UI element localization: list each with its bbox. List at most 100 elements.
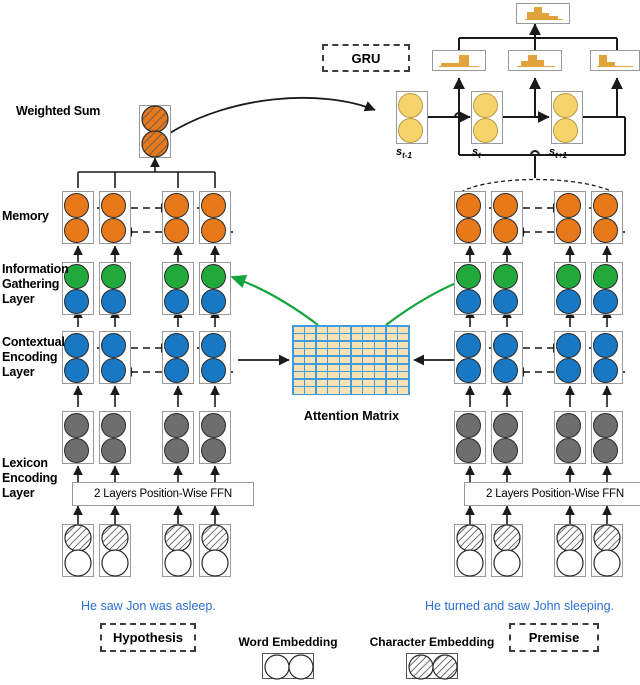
- attention-matrix-cell: [328, 356, 339, 364]
- attention-matrix-cell: [293, 326, 304, 333]
- gru-label: GRU: [351, 50, 381, 66]
- info-gathering-dot-blue: [556, 289, 581, 314]
- attention-matrix-cell: [375, 334, 386, 341]
- attention-matrix-cell: [328, 349, 339, 356]
- attention-matrix-cell: [375, 349, 386, 356]
- state-subscript: t+1: [555, 151, 567, 161]
- attention-matrix-cell: [351, 334, 362, 341]
- attention-matrix-cell: [398, 387, 409, 394]
- ffn-box-left: 2 Layers Position-Wise FFN: [72, 482, 254, 506]
- lexicon-dot: [101, 413, 126, 438]
- contextual-dot: [493, 358, 518, 383]
- attention-matrix-cell: [363, 341, 374, 348]
- word-embedding-legend-label: Word Embedding: [238, 635, 338, 649]
- info-gathering-dot-blue: [593, 289, 618, 314]
- gru-state-label-3: st+1: [549, 146, 567, 160]
- memory-dot: [64, 193, 89, 218]
- attention-matrix-cell: [293, 387, 304, 394]
- word-embedding-icon: [264, 654, 314, 680]
- ffn-box-right: 2 Layers Position-Wise FFN: [464, 482, 640, 506]
- attention-matrix-cell: [340, 379, 351, 386]
- attention-matrix-cell: [386, 372, 397, 379]
- weighted-sum-label: Weighted Sum: [16, 104, 101, 118]
- lexicon-dot: [493, 413, 518, 438]
- attention-matrix-cell: [386, 364, 397, 371]
- attention-matrix-cell: [316, 372, 327, 379]
- contextual-dot: [456, 333, 481, 358]
- info-gathering-dot-blue: [201, 289, 226, 314]
- lexicon-dot: [101, 438, 126, 463]
- attention-matrix-cell: [340, 387, 351, 394]
- premise-tag: Premise: [509, 623, 599, 652]
- memory-dot: [493, 218, 518, 243]
- attention-matrix-cell: [328, 334, 339, 341]
- state-subscript: t-1: [402, 151, 412, 161]
- memory-dot: [101, 218, 126, 243]
- lexicon-dot: [593, 413, 618, 438]
- char-embedding-icon: [64, 524, 92, 577]
- attention-matrix-cell: [305, 379, 316, 386]
- attention-matrix-cell: [386, 341, 397, 348]
- attention-matrix-cell: [293, 364, 304, 371]
- gru-state-dot: [553, 118, 578, 143]
- premise-sentence: He turned and saw John sleeping.: [425, 599, 615, 613]
- lexicon-dot: [201, 413, 226, 438]
- contextual-dot: [201, 333, 226, 358]
- character-embedding-icon: [408, 654, 458, 680]
- memory-dot: [456, 218, 481, 243]
- attention-matrix-cell: [398, 349, 409, 356]
- attention-matrix-cell: [328, 372, 339, 379]
- attention-matrix-cell: [328, 379, 339, 386]
- char-embedding-icon: [164, 524, 192, 577]
- lexicon-encoding-label: Lexicon Encoding Layer: [2, 456, 58, 500]
- attention-matrix-cell: [340, 349, 351, 356]
- char-embedding-icon: [593, 524, 621, 577]
- attention-matrix-cell: [351, 387, 362, 394]
- memory-dot: [593, 193, 618, 218]
- attention-matrix-cell: [363, 387, 374, 394]
- diagram-canvas: 2 Layers Position-Wise FFN 2 Layers Posi…: [0, 0, 640, 680]
- attention-matrix-cell: [398, 364, 409, 371]
- gru-state-label-2: st: [472, 146, 481, 160]
- attention-matrix-cell: [316, 356, 327, 364]
- contextual-dot: [593, 358, 618, 383]
- info-gathering-dot-green: [593, 264, 618, 289]
- attention-matrix-cell: [375, 341, 386, 348]
- attention-matrix-cell: [340, 364, 351, 371]
- lexicon-dot: [64, 413, 89, 438]
- attention-matrix-cell: [305, 326, 316, 333]
- info-gathering-dot-blue: [456, 289, 481, 314]
- memory-dot: [101, 193, 126, 218]
- char-embedding-icon: [493, 524, 521, 577]
- memory-dot: [164, 193, 189, 218]
- attention-matrix-cell: [363, 372, 374, 379]
- info-gathering-dot-blue: [164, 289, 189, 314]
- attention-matrix-cell: [386, 356, 397, 364]
- gru-state-dot: [473, 93, 498, 118]
- attention-matrix-cell: [363, 356, 374, 364]
- memory-dot: [201, 218, 226, 243]
- lexicon-dot: [164, 438, 189, 463]
- attention-matrix-cell: [375, 387, 386, 394]
- attention-matrix-cell: [293, 334, 304, 341]
- contextual-encoding-label: Contextual Encoding Layer: [2, 335, 65, 379]
- attention-matrix-cell: [351, 326, 362, 333]
- hypothesis-tag-label: Hypothesis: [112, 630, 184, 645]
- attention-matrix-cell: [316, 349, 327, 356]
- contextual-dot: [456, 358, 481, 383]
- attention-matrix-cell: [305, 349, 316, 356]
- attention-matrix-cell: [340, 341, 351, 348]
- char-embedding-icon: [456, 524, 484, 577]
- hypothesis-sentence: He saw Jon was asleep.: [81, 599, 216, 613]
- gru-state-dot: [553, 93, 578, 118]
- contextual-dot: [64, 358, 89, 383]
- hypothesis-tag: Hypothesis: [100, 623, 196, 652]
- attention-matrix-cell: [375, 356, 386, 364]
- attention-matrix-cell: [340, 326, 351, 333]
- attention-matrix-cell: [363, 364, 374, 371]
- memory-dot: [493, 193, 518, 218]
- premise-tag-label: Premise: [528, 630, 580, 645]
- attention-matrix-cell: [316, 334, 327, 341]
- attention-matrix-cell: [293, 379, 304, 386]
- info-gathering-dot-green: [493, 264, 518, 289]
